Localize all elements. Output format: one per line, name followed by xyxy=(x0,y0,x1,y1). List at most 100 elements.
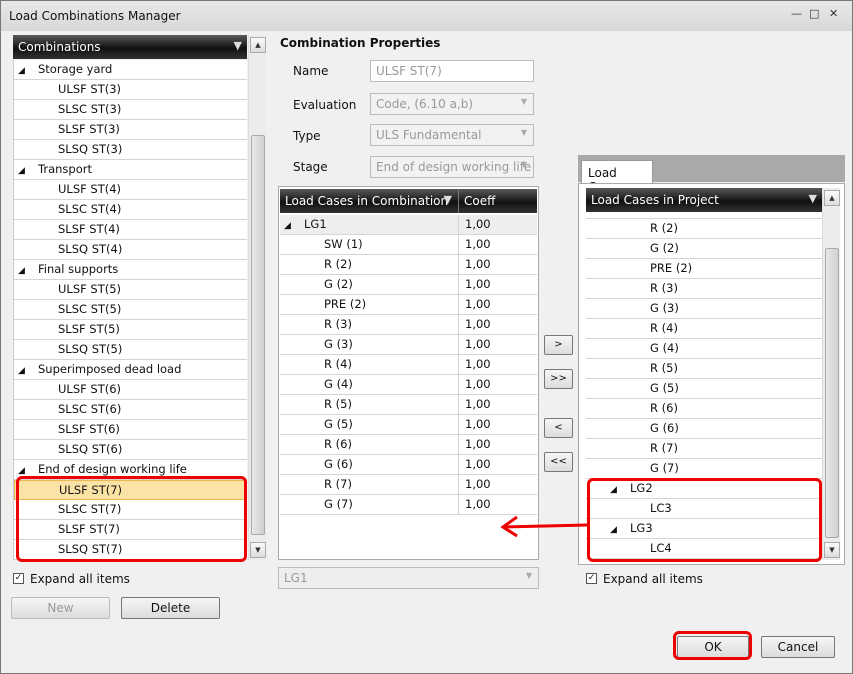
case-row[interactable]: G (2) xyxy=(586,239,822,259)
expand-triangle-icon[interactable]: ◢ xyxy=(18,62,32,81)
expand-triangle-icon[interactable]: ◢ xyxy=(18,262,32,281)
case-row[interactable]: G (5) xyxy=(586,379,822,399)
combination-row[interactable]: ULSF ST(5) xyxy=(14,280,247,300)
case-row[interactable]: G (5) 1,00 xyxy=(280,415,537,435)
case-label: SW (1) xyxy=(324,237,363,251)
case-row[interactable]: G (3) xyxy=(586,299,822,319)
combination-row[interactable]: ULSF ST(4) xyxy=(14,180,247,200)
add-all-button[interactable]: >> xyxy=(544,369,573,389)
coeff-value[interactable]: 1,00 xyxy=(458,335,491,355)
group-label: Storage yard xyxy=(38,62,113,76)
filter-icon[interactable]: ▼ xyxy=(234,39,242,52)
case-row[interactable]: R (6) xyxy=(586,399,822,419)
remove-all-button[interactable]: << xyxy=(544,452,573,472)
project-cases-scrollbar[interactable]: ▲ ▼ xyxy=(822,188,840,560)
case-row[interactable]: R (2) 1,00 xyxy=(280,255,537,275)
coeff-value[interactable]: 1,00 xyxy=(458,275,491,295)
combination-row[interactable]: SLSQ ST(4) xyxy=(14,240,247,260)
coeff-value[interactable]: 1,00 xyxy=(458,395,491,415)
filter-icon[interactable]: ▼ xyxy=(444,193,452,206)
filter-icon[interactable]: ▼ xyxy=(809,192,817,205)
stage-select[interactable]: End of design working life ▼ xyxy=(370,156,534,178)
group-row[interactable]: ◢ Storage yard xyxy=(14,60,247,80)
case-row[interactable]: PRE (2) 1,00 xyxy=(280,295,537,315)
case-row[interactable]: R (5) 1,00 xyxy=(280,395,537,415)
case-row[interactable]: G (2) 1,00 xyxy=(280,275,537,295)
coeff-value[interactable]: 1,00 xyxy=(458,235,491,255)
case-row[interactable]: G (7) xyxy=(586,459,822,479)
coeff-value[interactable]: 1,00 xyxy=(458,355,491,375)
scroll-down-icon[interactable]: ▼ xyxy=(250,542,266,558)
coeff-value[interactable]: 1,00 xyxy=(458,375,491,395)
combinations-scrollbar[interactable]: ▲ ▼ xyxy=(248,35,266,560)
combination-row[interactable]: ULSF ST(3) xyxy=(14,80,247,100)
scroll-up-icon[interactable]: ▲ xyxy=(250,37,266,53)
combination-row[interactable]: SLSC ST(4) xyxy=(14,200,247,220)
case-row[interactable]: R (2) xyxy=(586,219,822,239)
coeff-value[interactable]: 1,00 xyxy=(458,315,491,335)
case-row[interactable]: R (5) xyxy=(586,359,822,379)
case-row[interactable]: R (7) xyxy=(586,439,822,459)
evaluation-select[interactable]: Code, (6.10 a,b) ▼ xyxy=(370,93,534,115)
combination-row[interactable]: SLSQ ST(6) xyxy=(14,440,247,460)
expand-triangle-icon[interactable]: ◢ xyxy=(284,217,298,236)
case-row[interactable]: R (3) xyxy=(586,279,822,299)
case-row[interactable]: R (4) 1,00 xyxy=(280,355,537,375)
coeff-value[interactable]: 1,00 xyxy=(458,455,491,475)
remove-button[interactable]: < xyxy=(544,418,573,438)
combination-row[interactable]: SLSF ST(3) xyxy=(14,120,247,140)
delete-button[interactable]: Delete xyxy=(121,597,220,619)
case-row[interactable]: G (6) xyxy=(586,419,822,439)
case-row[interactable]: SW (1) 1,00 xyxy=(280,235,537,255)
case-row[interactable]: G (3) 1,00 xyxy=(280,335,537,355)
expand-triangle-icon[interactable]: ◢ xyxy=(18,362,32,381)
tab-load-cases[interactable]: Load Cases xyxy=(581,160,653,194)
coeff-value[interactable]: 1,00 xyxy=(458,215,491,235)
group-row[interactable]: ◢ LG1 1,00 xyxy=(280,215,537,235)
group-row[interactable]: ◢ Transport xyxy=(14,160,247,180)
case-row[interactable]: G (6) 1,00 xyxy=(280,455,537,475)
scroll-thumb[interactable] xyxy=(251,135,265,535)
case-row[interactable]: PRE (2) xyxy=(586,259,822,279)
combination-row[interactable]: SLSC ST(6) xyxy=(14,400,247,420)
expand-all-checkbox-right[interactable]: ✓ xyxy=(586,573,597,584)
coeff-value[interactable]: 1,00 xyxy=(458,495,491,515)
scroll-down-icon[interactable]: ▼ xyxy=(824,542,840,558)
coeff-value[interactable]: 1,00 xyxy=(458,295,491,315)
type-select[interactable]: ULS Fundamental ▼ xyxy=(370,124,534,146)
expand-triangle-icon[interactable]: ◢ xyxy=(18,162,32,181)
case-row[interactable]: G (4) 1,00 xyxy=(280,375,537,395)
coeff-value[interactable]: 1,00 xyxy=(458,435,491,455)
name-input[interactable]: ULSF ST(7) xyxy=(370,60,534,82)
combination-row[interactable]: SLSF ST(6) xyxy=(14,420,247,440)
case-row[interactable]: R (6) 1,00 xyxy=(280,435,537,455)
scroll-up-icon[interactable]: ▲ xyxy=(824,190,840,206)
combination-row[interactable]: SLSF ST(5) xyxy=(14,320,247,340)
close-button[interactable]: ✕ xyxy=(829,7,838,20)
new-button[interactable]: New xyxy=(11,597,110,619)
coeff-value[interactable]: 1,00 xyxy=(458,475,491,495)
case-row[interactable]: R (4) xyxy=(586,319,822,339)
group-row[interactable]: ◢ Final supports xyxy=(14,260,247,280)
stage-label: Stage xyxy=(293,160,328,174)
cancel-button[interactable]: Cancel xyxy=(761,636,835,658)
combination-row[interactable]: SLSC ST(3) xyxy=(14,100,247,120)
coeff-value[interactable]: 1,00 xyxy=(458,255,491,275)
maximize-button[interactable]: □ xyxy=(809,7,819,20)
minimize-button[interactable]: — xyxy=(791,7,802,20)
scroll-thumb[interactable] xyxy=(825,248,839,538)
add-button[interactable]: > xyxy=(544,335,573,355)
case-row[interactable]: G (4) xyxy=(586,339,822,359)
combination-row[interactable]: SLSQ ST(5) xyxy=(14,340,247,360)
combination-row[interactable]: SLSC ST(5) xyxy=(14,300,247,320)
combination-row[interactable]: SLSQ ST(3) xyxy=(14,140,247,160)
case-row[interactable]: R (7) 1,00 xyxy=(280,475,537,495)
coeff-value[interactable]: 1,00 xyxy=(458,415,491,435)
combination-row[interactable]: SLSF ST(4) xyxy=(14,220,247,240)
group-select[interactable]: LG1 ▼ xyxy=(278,567,539,589)
expand-all-checkbox-left[interactable]: ✓ xyxy=(13,573,24,584)
case-row[interactable]: R (3) 1,00 xyxy=(280,315,537,335)
combination-cases-header-label: Load Cases in Combination xyxy=(285,194,449,208)
combination-row[interactable]: ULSF ST(6) xyxy=(14,380,247,400)
group-row[interactable]: ◢ Superimposed dead load xyxy=(14,360,247,380)
